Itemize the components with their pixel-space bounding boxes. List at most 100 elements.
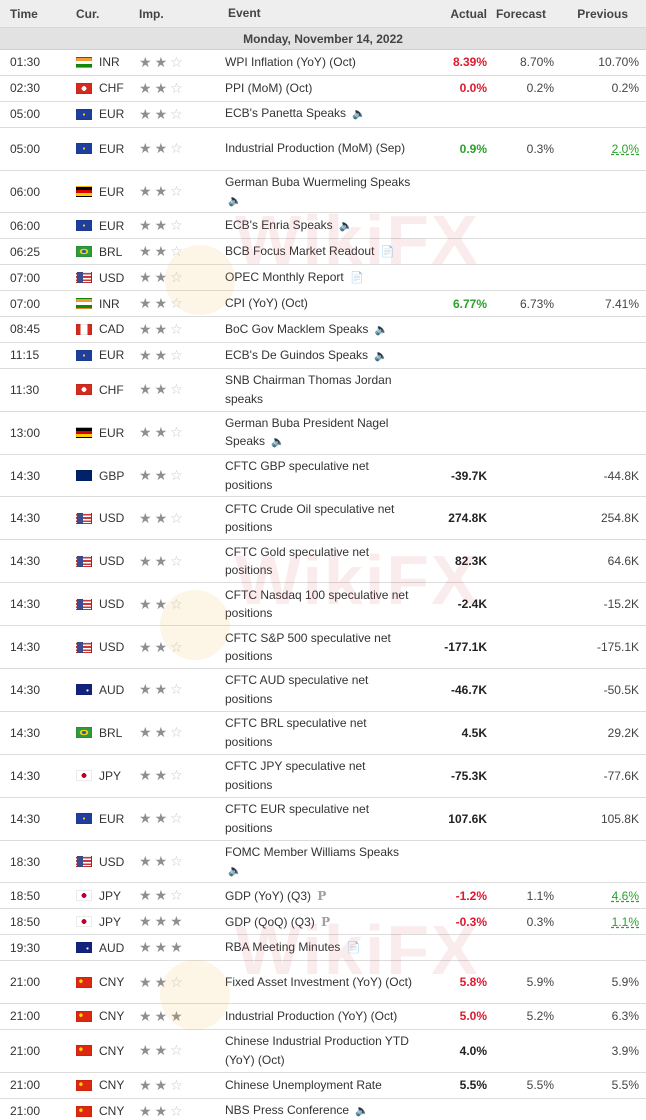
event-row[interactable]: 18:30 USD ★★☆ FOMC Member Williams Speaks 🔈	[0, 840, 646, 884]
event-name[interactable]: ECB's De Guindos Speaks 🔈	[225, 346, 415, 366]
header-time[interactable]: Time	[0, 7, 72, 21]
event-name[interactable]: ECB's Panetta Speaks 🔈	[225, 104, 415, 124]
event-name[interactable]: BCB Focus Market Readout 📄	[225, 242, 415, 262]
previous-value[interactable]: 2.0%	[612, 142, 639, 156]
event-row[interactable]: 11:15 EUR ★★☆ ECB's De Guindos Speaks 🔈	[0, 342, 646, 369]
event-title[interactable]: Fixed Asset Investment (YoY) (Oct)	[225, 975, 412, 989]
event-title[interactable]: Chinese Industrial Production YTD (YoY) …	[225, 1034, 409, 1067]
event-name[interactable]: Fixed Asset Investment (YoY) (Oct)	[225, 973, 415, 992]
event-title[interactable]: WPI Inflation (YoY) (Oct)	[225, 55, 356, 69]
event-name[interactable]: CFTC AUD speculative net positions	[225, 671, 415, 708]
event-name[interactable]: CFTC BRL speculative net positions	[225, 714, 415, 751]
event-title[interactable]: CFTC S&P 500 speculative net positions	[225, 631, 391, 664]
event-name[interactable]: CFTC Nasdaq 100 speculative net position…	[225, 586, 415, 623]
event-title[interactable]: GDP (YoY) (Q3)	[225, 889, 311, 903]
event-row[interactable]: 06:25 BRL ★★☆ BCB Focus Market Readout 📄	[0, 239, 646, 266]
event-row[interactable]: 14:30 USD ★★☆ CFTC S&P 500 speculative net …	[0, 626, 646, 670]
event-row[interactable]: 21:00 CNY ★★☆ Chinese Unemployment Rate 5.5%…	[0, 1072, 646, 1099]
event-name[interactable]: CFTC JPY speculative net positions	[225, 757, 415, 794]
event-title[interactable]: Chinese Unemployment Rate	[225, 1078, 382, 1092]
event-row[interactable]: 06:00 EUR ★★☆ ECB's Enria Speaks 🔈	[0, 213, 646, 240]
header-event[interactable]: Event	[225, 4, 415, 23]
event-name[interactable]: FOMC Member Williams Speaks 🔈	[225, 843, 415, 881]
event-name[interactable]: CPI (YoY) (Oct)	[225, 294, 415, 313]
event-row[interactable]: 14:30 USD ★★☆ CFTC Nasdaq 100 speculative n…	[0, 583, 646, 627]
event-name[interactable]: Industrial Production (YoY) (Oct)	[225, 1007, 415, 1026]
event-row[interactable]: 14:30 GBP ★★☆ CFTC GBP speculative net posi…	[0, 454, 646, 498]
event-row[interactable]: 14:30 USD ★★☆ CFTC Crude Oil speculative ne…	[0, 497, 646, 541]
event-title[interactable]: SNB Chairman Thomas Jordan speaks	[225, 373, 392, 406]
event-title[interactable]: GDP (QoQ) (Q3)	[225, 915, 315, 929]
event-name[interactable]: CFTC EUR speculative net positions	[225, 800, 415, 837]
event-row[interactable]: 14:30 JPY ★★☆ CFTC JPY speculative net posi…	[0, 754, 646, 798]
event-title[interactable]: CFTC Nasdaq 100 speculative net position…	[225, 588, 408, 621]
event-title[interactable]: CFTC Crude Oil speculative net positions	[225, 502, 394, 535]
event-title[interactable]: CFTC AUD speculative net positions	[225, 673, 368, 706]
event-name[interactable]: GDP (YoY) (Q3) P	[225, 887, 415, 906]
event-title[interactable]: CFTC Gold speculative net positions	[225, 545, 369, 578]
event-name[interactable]: German Buba Wuermeling Speaks 🔈	[225, 173, 415, 211]
event-row[interactable]: 06:00 EUR ★★☆ German Buba Wuermeling Speaks…	[0, 170, 646, 214]
event-row[interactable]: 21:00 CNY ★★☆ NBS Press Conference 🔈	[0, 1098, 646, 1120]
event-name[interactable]: PPI (MoM) (Oct)	[225, 79, 415, 98]
event-title[interactable]: RBA Meeting Minutes	[225, 940, 340, 954]
header-forecast[interactable]: Forecast	[487, 7, 554, 21]
event-row[interactable]: 21:00 CNY ★★★ Industrial Production (YoY) (…	[0, 1004, 646, 1030]
event-row[interactable]: 18:50 JPY ★★☆ GDP (YoY) (Q3) P -1.2% 1.1% 4.6%	[0, 883, 646, 910]
event-name[interactable]: CFTC GBP speculative net positions	[225, 457, 415, 494]
event-name[interactable]: German Buba President Nagel Speaks 🔈	[225, 414, 415, 452]
event-title[interactable]: ECB's Panetta Speaks	[225, 106, 346, 120]
event-row[interactable]: 14:30 USD ★★☆ CFTC Gold speculative net pos…	[0, 540, 646, 584]
event-row[interactable]: 07:00 USD ★★☆ OPEC Monthly Report 📄	[0, 265, 646, 292]
event-row[interactable]: 21:00 CNY ★★☆ Chinese Industrial Production…	[0, 1029, 646, 1073]
header-currency[interactable]: Cur.	[72, 7, 138, 21]
event-title[interactable]: ECB's De Guindos Speaks	[225, 348, 368, 362]
event-name[interactable]: Industrial Production (MoM) (Sep)	[225, 139, 415, 158]
event-title[interactable]: Industrial Production (YoY) (Oct)	[225, 1009, 397, 1023]
header-actual[interactable]: Actual	[415, 7, 487, 21]
event-row[interactable]: 05:00 EUR ★★☆ Industrial Production (MoM) (…	[0, 127, 646, 171]
event-row[interactable]: 05:00 EUR ★★☆ ECB's Panetta Speaks 🔈	[0, 101, 646, 128]
event-name[interactable]: CFTC S&P 500 speculative net positions	[225, 629, 415, 666]
event-row[interactable]: 13:00 EUR ★★☆ German Buba President Nagel S…	[0, 411, 646, 455]
event-row[interactable]: 14:30 AUD ★★☆ CFTC AUD speculative net posi…	[0, 669, 646, 712]
event-row[interactable]: 11:30 CHF ★★☆ SNB Chairman Thomas Jordan sp…	[0, 368, 646, 412]
previous-value[interactable]: 4.6%	[612, 889, 639, 903]
event-name[interactable]: NBS Press Conference 🔈	[225, 1101, 415, 1120]
event-name[interactable]: CFTC Crude Oil speculative net positions	[225, 500, 415, 537]
event-title[interactable]: CFTC EUR speculative net positions	[225, 802, 369, 835]
event-name[interactable]: ECB's Enria Speaks 🔈	[225, 216, 415, 236]
event-row[interactable]: 08:45 CAD ★★☆ BoC Gov Macklem Speaks 🔈	[0, 317, 646, 343]
event-row[interactable]: 01:30 INR ★★☆ WPI Inflation (YoY) (Oct) 8.39…	[0, 50, 646, 76]
header-previous[interactable]: Previous	[554, 7, 639, 21]
event-title[interactable]: German Buba Wuermeling Speaks	[225, 175, 410, 189]
event-title[interactable]: OPEC Monthly Report	[225, 270, 344, 284]
event-title[interactable]: NBS Press Conference	[225, 1103, 349, 1117]
event-name[interactable]: Chinese Industrial Production YTD (YoY) …	[225, 1032, 415, 1069]
event-title[interactable]: PPI (MoM) (Oct)	[225, 81, 312, 95]
event-title[interactable]: BCB Focus Market Readout	[225, 244, 374, 258]
event-row[interactable]: 02:30 CHF ★★☆ PPI (MoM) (Oct) 0.0% 0.2% 0.2%	[0, 75, 646, 102]
event-title[interactable]: ECB's Enria Speaks	[225, 218, 333, 232]
event-title[interactable]: FOMC Member Williams Speaks	[225, 845, 399, 859]
previous-value[interactable]: 1.1%	[612, 915, 639, 929]
event-name[interactable]: CFTC Gold speculative net positions	[225, 543, 415, 580]
event-row[interactable]: 18:50 JPY ★★★ GDP (QoQ) (Q3) P -0.3% 0.3% 1.1%	[0, 909, 646, 936]
event-row[interactable]: 07:00 INR ★★☆ CPI (YoY) (Oct) 6.77% 6.73% 7.41…	[0, 291, 646, 318]
event-title[interactable]: CFTC BRL speculative net positions	[225, 716, 367, 749]
event-name[interactable]: GDP (QoQ) (Q3) P	[225, 913, 415, 932]
event-title[interactable]: BoC Gov Macklem Speaks	[225, 322, 368, 336]
event-row[interactable]: 19:30 AUD ★★★ RBA Meeting Minutes 📄	[0, 935, 646, 962]
event-name[interactable]: OPEC Monthly Report 📄	[225, 268, 415, 288]
event-name[interactable]: SNB Chairman Thomas Jordan speaks	[225, 371, 415, 408]
event-row[interactable]: 14:30 BRL ★★☆ CFTC BRL speculative net posi…	[0, 711, 646, 755]
event-name[interactable]: RBA Meeting Minutes 📄	[225, 938, 415, 958]
event-title[interactable]: CFTC JPY speculative net positions	[225, 759, 366, 792]
event-title[interactable]: CPI (YoY) (Oct)	[225, 296, 308, 310]
header-importance[interactable]: Imp.	[138, 7, 225, 21]
event-name[interactable]: BoC Gov Macklem Speaks 🔈	[225, 320, 415, 340]
event-title[interactable]: German Buba President Nagel Speaks	[225, 416, 388, 449]
event-name[interactable]: WPI Inflation (YoY) (Oct)	[225, 53, 415, 72]
event-title[interactable]: Industrial Production (MoM) (Sep)	[225, 141, 405, 155]
event-row[interactable]: 14:30 EUR ★★☆ CFTC EUR speculative net posi…	[0, 797, 646, 841]
